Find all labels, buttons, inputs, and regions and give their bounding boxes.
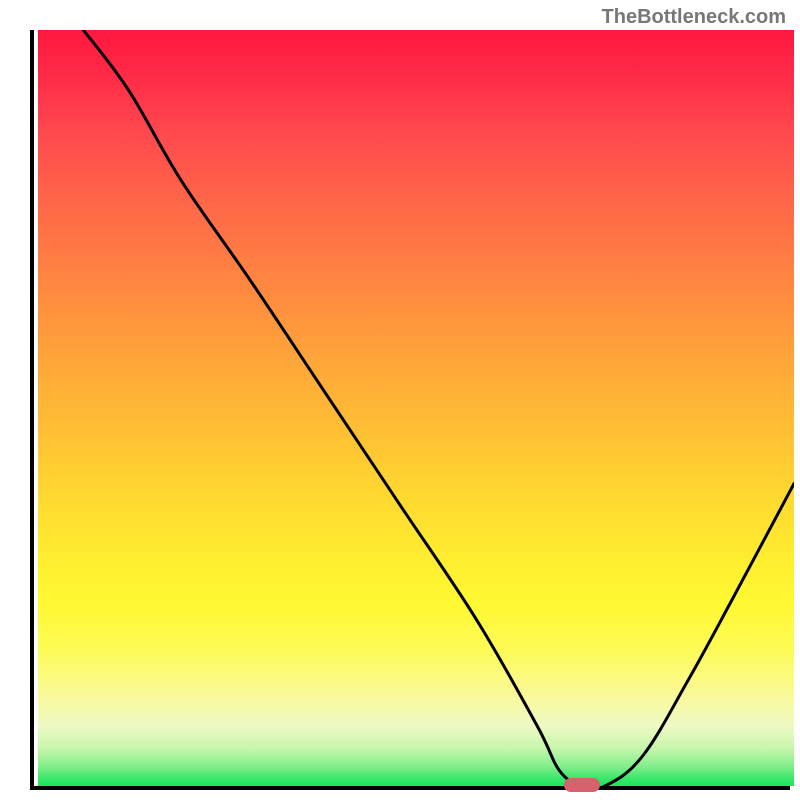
plot-area — [30, 30, 790, 790]
curve-svg — [38, 30, 794, 786]
watermark-text: TheBottleneck.com — [602, 6, 786, 29]
chart-container — [30, 30, 790, 790]
bottleneck-curve — [83, 30, 794, 786]
optimum-marker — [564, 778, 600, 792]
